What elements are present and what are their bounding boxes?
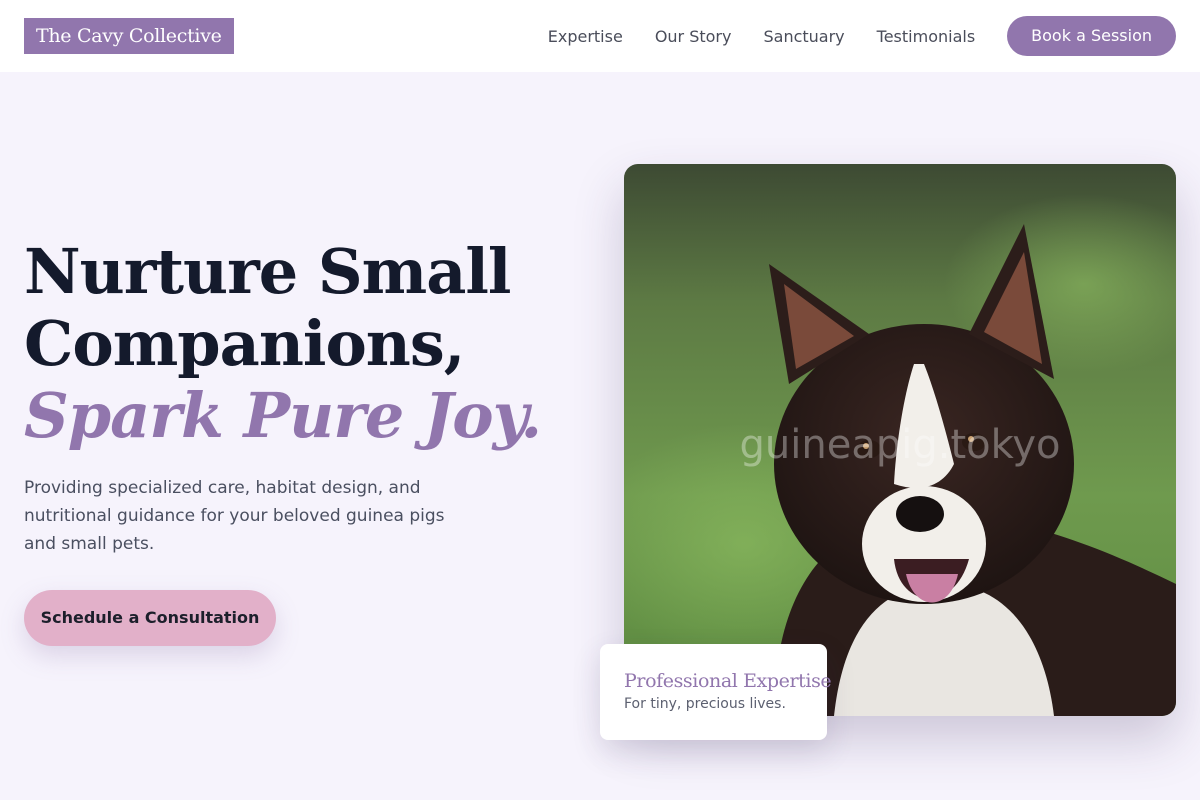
nav-link-sanctuary[interactable]: Sanctuary	[763, 27, 844, 46]
headline-line-2: Companions,	[24, 307, 465, 380]
hero-headline: Nurture Small Companions, Spark Pure Joy…	[24, 235, 542, 452]
headline-accent: Spark Pure Joy.	[24, 379, 542, 452]
nav-link-testimonials[interactable]: Testimonials	[877, 27, 976, 46]
book-session-button[interactable]: Book a Session	[1007, 16, 1176, 56]
hero-image: guineapig.tokyo	[624, 164, 1176, 716]
site-logo[interactable]: The Cavy Collective	[24, 18, 234, 54]
nav-link-expertise[interactable]: Expertise	[548, 27, 623, 46]
image-watermark: guineapig.tokyo	[739, 422, 1061, 468]
expertise-card: Professional Expertise For tiny, preciou…	[600, 644, 832, 740]
card-subtitle: For tiny, precious lives.	[624, 696, 786, 712]
nav-link-our-story[interactable]: Our Story	[655, 27, 732, 46]
hero-subtext: Providing specialized care, habitat desi…	[24, 478, 445, 554]
schedule-consultation-button[interactable]: Schedule a Consultation	[24, 590, 276, 646]
nav-links: Expertise Our Story Sanctuary Testimonia…	[548, 16, 1176, 56]
headline-line-1: Nurture Small	[24, 235, 511, 308]
card-title: Professional Expertise	[624, 670, 832, 692]
navbar: The Cavy Collective Expertise Our Story …	[0, 0, 1200, 72]
